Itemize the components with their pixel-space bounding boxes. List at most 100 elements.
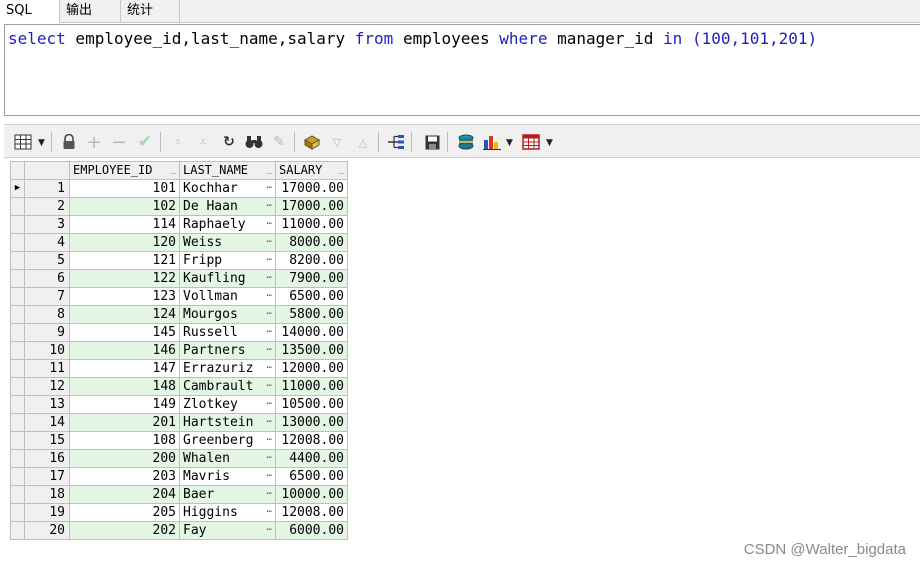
cell-last-name[interactable]: ⋯ De Haan: [179, 197, 276, 216]
row-number-header[interactable]: [24, 161, 70, 180]
cell-last-name[interactable]: ⋯ Kochhar: [179, 179, 276, 198]
row-indicator[interactable]: [10, 485, 25, 504]
cell-employee-id[interactable]: 149: [69, 395, 180, 414]
ellipsis-icon[interactable]: ⋯: [267, 378, 272, 395]
row-number[interactable]: 7: [24, 287, 70, 306]
column-header-employee-id[interactable]: EMPLOYEE_ID _: [69, 161, 180, 180]
current-row-indicator-icon[interactable]: ▶: [10, 179, 25, 198]
tab-sql[interactable]: SQL: [0, 0, 60, 23]
table-row[interactable]: 19 205 ⋯ Higgins 12008.00: [10, 503, 348, 522]
cell-last-name[interactable]: ⋯ Raphaely: [179, 215, 276, 234]
cell-last-name[interactable]: ⋯ Mavris: [179, 467, 276, 486]
up-icon[interactable]: △: [352, 131, 374, 153]
row-indicator[interactable]: [10, 251, 25, 270]
table-row[interactable]: 11 147 ⋯ Errazuriz 12000.00: [10, 359, 348, 378]
row-indicator[interactable]: [10, 467, 25, 486]
row-number[interactable]: 14: [24, 413, 70, 432]
ellipsis-icon[interactable]: ⋯: [267, 324, 272, 341]
cell-last-name[interactable]: ⋯ Greenberg: [179, 431, 276, 450]
ellipsis-icon[interactable]: ⋯: [267, 288, 272, 305]
cell-last-name[interactable]: ⋯ Errazuriz: [179, 359, 276, 378]
row-number[interactable]: 20: [24, 521, 70, 540]
cell-employee-id[interactable]: 124: [69, 305, 180, 324]
row-indicator[interactable]: [10, 413, 25, 432]
cell-last-name[interactable]: ⋯ Partners: [179, 341, 276, 360]
table-row[interactable]: 4 120 ⋯ Weiss 8000.00: [10, 233, 348, 252]
cell-salary[interactable]: 17000.00: [275, 197, 348, 216]
results-grid[interactable]: EMPLOYEE_ID _ LAST_NAME _ SALARY _ ▶ 1 101 ⋯ Ko…: [10, 161, 348, 540]
cell-last-name[interactable]: ⋯ Whalen: [179, 449, 276, 468]
table-row[interactable]: 20 202 ⋯ Fay 6000.00: [10, 521, 348, 540]
table-row[interactable]: 5 121 ⋯ Fripp 8200.00: [10, 251, 348, 270]
cell-last-name[interactable]: ⋯ Kaufling: [179, 269, 276, 288]
plus-icon[interactable]: +: [83, 131, 105, 153]
sort-handle-icon[interactable]: _: [339, 162, 344, 179]
save-icon[interactable]: [421, 131, 443, 153]
ellipsis-icon[interactable]: ⋯: [267, 432, 272, 449]
cell-salary[interactable]: 13000.00: [275, 413, 348, 432]
cell-employee-id[interactable]: 148: [69, 377, 180, 396]
row-indicator[interactable]: [10, 431, 25, 450]
ellipsis-icon[interactable]: ⋯: [267, 414, 272, 431]
chevron-down-icon[interactable]: ▼: [546, 138, 553, 148]
row-number[interactable]: 11: [24, 359, 70, 378]
row-indicator[interactable]: [10, 287, 25, 306]
lock-icon[interactable]: [58, 131, 80, 153]
grid-corner[interactable]: [10, 161, 25, 180]
cell-employee-id[interactable]: 201: [69, 413, 180, 432]
table-row[interactable]: 10 146 ⋯ Partners 13500.00: [10, 341, 348, 360]
row-number[interactable]: 17: [24, 467, 70, 486]
filter-all-icon[interactable]: ⩡: [192, 131, 214, 153]
tab-output[interactable]: 输出: [60, 0, 121, 22]
cell-last-name[interactable]: ⋯ Russell: [179, 323, 276, 342]
cell-salary[interactable]: 10500.00: [275, 395, 348, 414]
row-indicator[interactable]: [10, 449, 25, 468]
table-icon[interactable]: [520, 131, 542, 153]
cell-employee-id[interactable]: 123: [69, 287, 180, 306]
cell-salary[interactable]: 6000.00: [275, 521, 348, 540]
cell-last-name[interactable]: ⋯ Fay: [179, 521, 276, 540]
explain-icon[interactable]: [385, 131, 407, 153]
cell-salary[interactable]: 7900.00: [275, 269, 348, 288]
cell-employee-id[interactable]: 145: [69, 323, 180, 342]
cell-salary[interactable]: 8000.00: [275, 233, 348, 252]
cell-salary[interactable]: 11000.00: [275, 215, 348, 234]
cell-last-name[interactable]: ⋯ Zlotkey: [179, 395, 276, 414]
cell-salary[interactable]: 12000.00: [275, 359, 348, 378]
row-number[interactable]: 8: [24, 305, 70, 324]
ellipsis-icon[interactable]: ⋯: [267, 468, 272, 485]
ellipsis-icon[interactable]: ⋯: [267, 180, 272, 197]
cell-employee-id[interactable]: 205: [69, 503, 180, 522]
table-row[interactable]: 6 122 ⋯ Kaufling 7900.00: [10, 269, 348, 288]
row-indicator[interactable]: [10, 323, 25, 342]
ellipsis-icon[interactable]: ⋯: [267, 234, 272, 251]
cell-last-name[interactable]: ⋯ Weiss: [179, 233, 276, 252]
ellipsis-icon[interactable]: ⋯: [267, 396, 272, 413]
table-row[interactable]: 8 124 ⋯ Mourgos 5800.00: [10, 305, 348, 324]
check-icon[interactable]: ✔: [134, 131, 156, 153]
cell-employee-id[interactable]: 122: [69, 269, 180, 288]
ellipsis-icon[interactable]: ⋯: [267, 486, 272, 503]
chart-icon[interactable]: [481, 131, 503, 153]
cell-salary[interactable]: 12008.00: [275, 431, 348, 450]
cell-employee-id[interactable]: 101: [69, 179, 180, 198]
cell-salary[interactable]: 12008.00: [275, 503, 348, 522]
cell-last-name[interactable]: ⋯ Vollman: [179, 287, 276, 306]
table-row[interactable]: 18 204 ⋯ Baer 10000.00: [10, 485, 348, 504]
ellipsis-icon[interactable]: ⋯: [267, 198, 272, 215]
table-row[interactable]: 13 149 ⋯ Zlotkey 10500.00: [10, 395, 348, 414]
cell-employee-id[interactable]: 203: [69, 467, 180, 486]
cell-last-name[interactable]: ⋯ Baer: [179, 485, 276, 504]
minus-icon[interactable]: −: [108, 131, 130, 153]
cell-employee-id[interactable]: 204: [69, 485, 180, 504]
table-row[interactable]: 14 201 ⋯ Hartstein 13000.00: [10, 413, 348, 432]
cell-salary[interactable]: 13500.00: [275, 341, 348, 360]
table-row[interactable]: 7 123 ⋯ Vollman 6500.00: [10, 287, 348, 306]
cell-employee-id[interactable]: 102: [69, 197, 180, 216]
row-indicator[interactable]: [10, 305, 25, 324]
row-number[interactable]: 9: [24, 323, 70, 342]
cell-salary[interactable]: 6500.00: [275, 287, 348, 306]
cell-salary[interactable]: 8200.00: [275, 251, 348, 270]
row-number[interactable]: 12: [24, 377, 70, 396]
cell-salary[interactable]: 11000.00: [275, 377, 348, 396]
